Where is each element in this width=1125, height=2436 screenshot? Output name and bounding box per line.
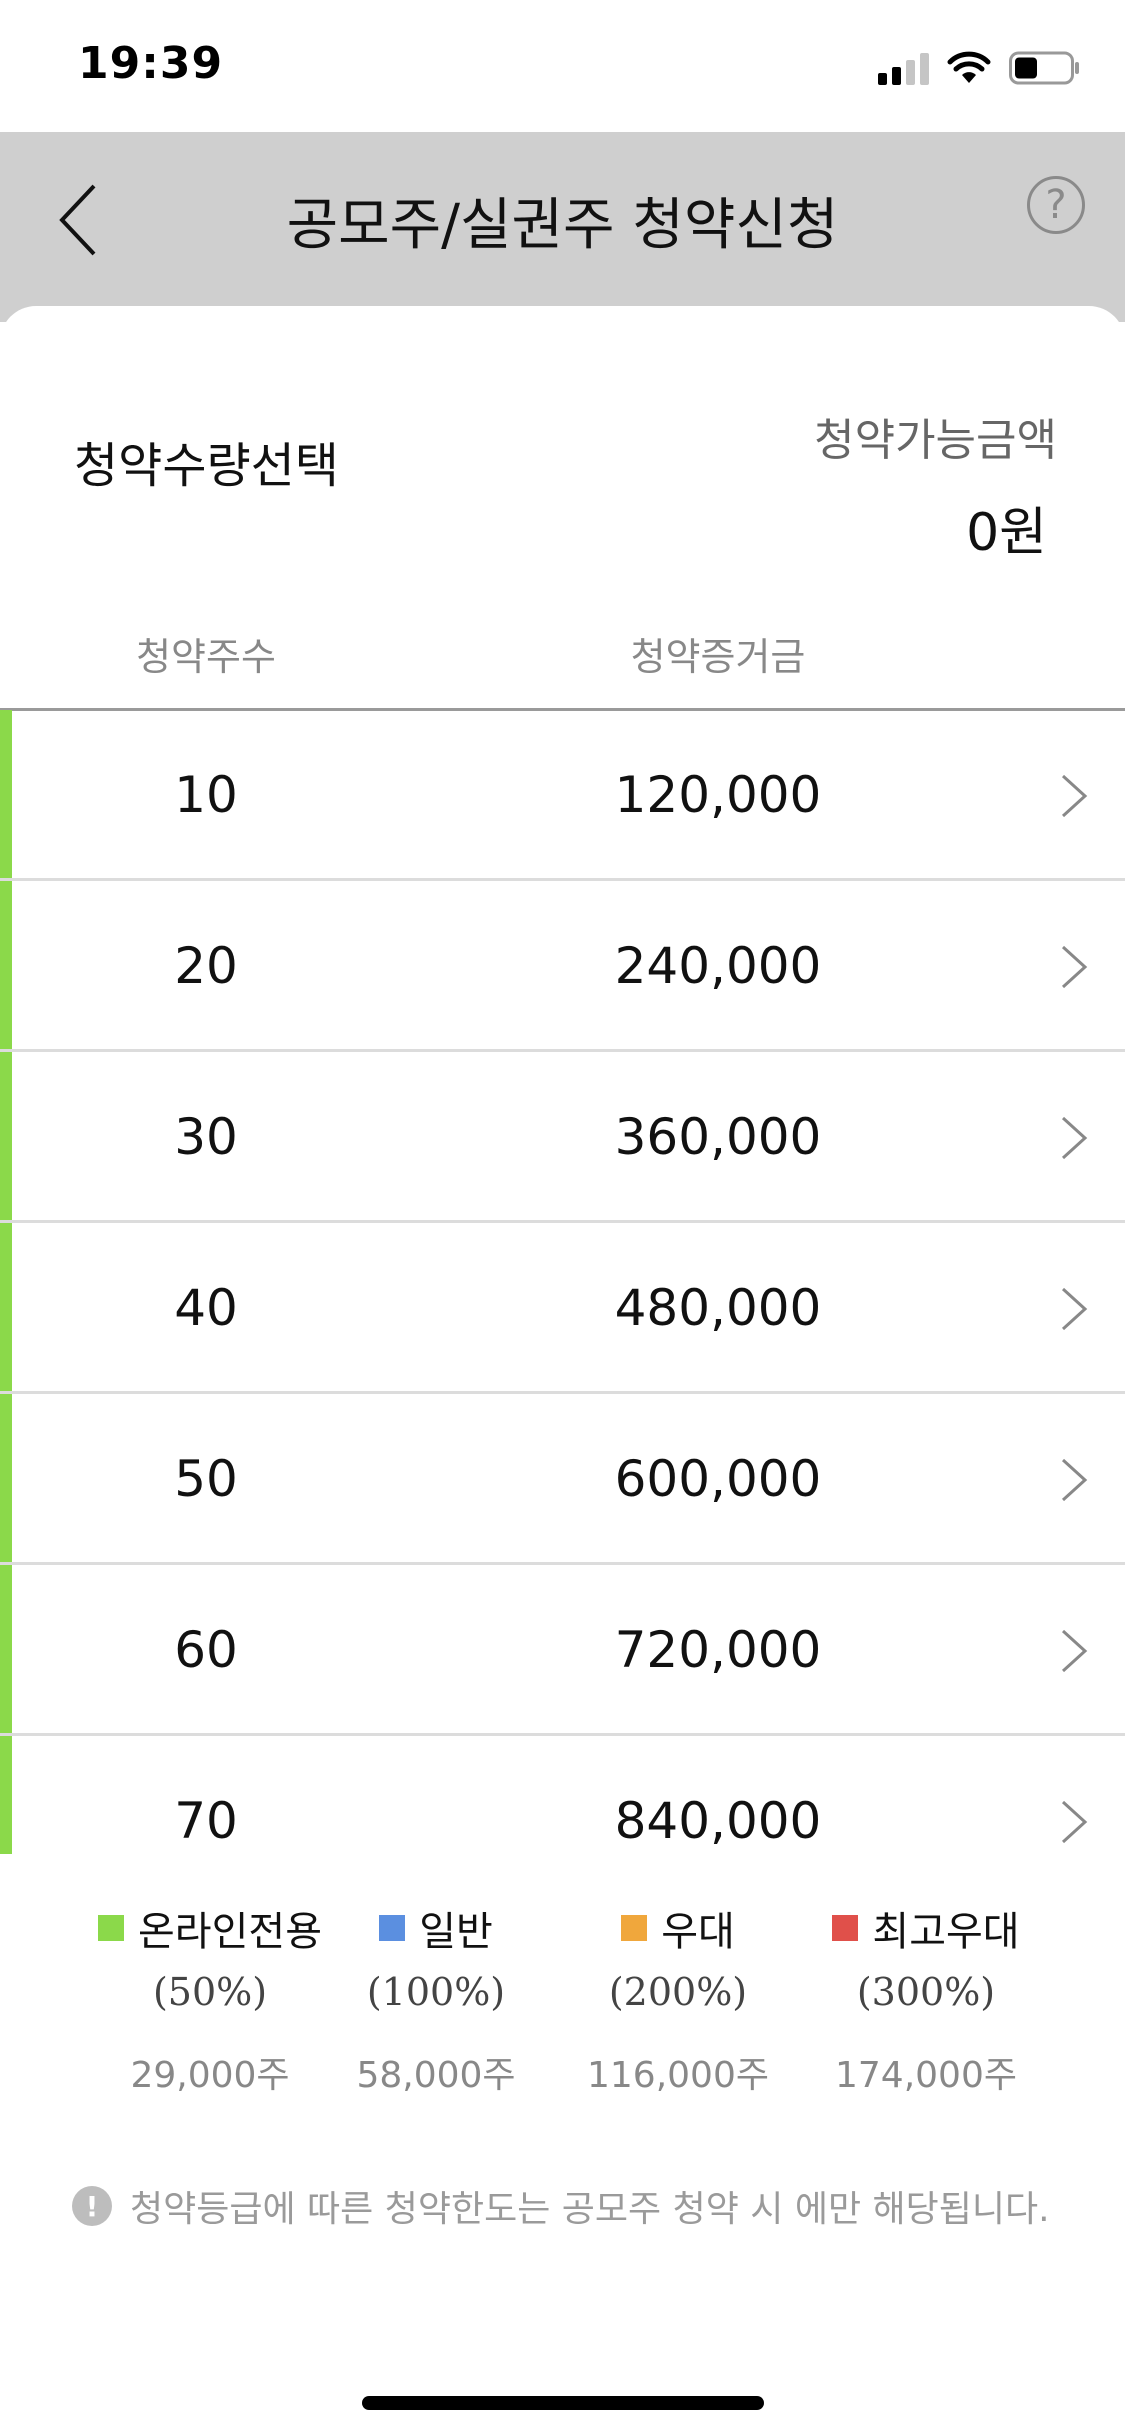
column-header-shares: 청약주수 — [136, 635, 276, 679]
tier-legend: 온라인전용 (50%) 29,000주 일반 (100%) 58,000주 우대… — [0, 1900, 1125, 2140]
legend-item-general: 일반 (100%) 58,000주 — [306, 1900, 566, 2098]
help-button[interactable]: ? — [1027, 176, 1085, 234]
chevron-right-icon — [1061, 1287, 1088, 1331]
column-header-deposit: 청약증거금 — [630, 635, 806, 679]
notice: ! 청약등급에 따른 청약한도는 공모주 청약 시 에만 해당됩니다. — [72, 2180, 1050, 2232]
signal-icon — [878, 51, 929, 85]
header-bar: 공모주/실권주 청약신청 ? — [0, 132, 1125, 322]
legend-percent: (300%) — [856, 1970, 996, 2014]
row-shares: 50 — [174, 1450, 238, 1508]
legend-quantity: 116,000주 — [587, 2055, 769, 2096]
row-shares: 40 — [174, 1279, 238, 1337]
legend-name: 온라인전용 — [138, 1909, 322, 1955]
legend-name: 일반 — [419, 1909, 493, 1955]
quantity-row[interactable]: 70 840,000 — [0, 1736, 1125, 1854]
quantity-row[interactable]: 60 720,000 — [0, 1565, 1125, 1736]
legend-percent: (50%) — [152, 1970, 268, 2014]
row-shares: 70 — [174, 1792, 238, 1850]
legend-swatch — [621, 1915, 648, 1941]
row-shares: 60 — [174, 1621, 238, 1679]
status-icons — [878, 46, 1081, 90]
chevron-right-icon — [1061, 1116, 1088, 1160]
chevron-right-icon — [1061, 1458, 1088, 1502]
row-deposit: 720,000 — [614, 1621, 822, 1679]
legend-item-top-preferred: 최고우대 (300%) 174,000주 — [796, 1900, 1056, 2098]
legend-swatch — [98, 1915, 124, 1941]
legend-swatch — [379, 1915, 406, 1941]
notice-text: 청약등급에 따른 청약한도는 공모주 청약 시 에만 해당됩니다. — [130, 2189, 1050, 2230]
legend-percent: (200%) — [608, 1970, 748, 2014]
quantity-row[interactable]: 30 360,000 — [0, 1052, 1125, 1223]
available-amount-label: 청약가능금액 — [814, 415, 1057, 466]
row-deposit: 240,000 — [614, 937, 822, 995]
legend-percent: (100%) — [366, 1970, 506, 2014]
row-shares: 10 — [174, 766, 238, 824]
row-deposit: 480,000 — [614, 1279, 822, 1337]
quantity-select-title: 청약수량선택 — [74, 438, 339, 494]
battery-icon — [1009, 51, 1079, 85]
chevron-right-icon — [1061, 1800, 1088, 1844]
legend-name: 최고우대 — [872, 1909, 1020, 1955]
quantity-row[interactable]: 10 120,000 — [0, 710, 1125, 881]
legend-quantity: 58,000주 — [356, 2055, 516, 2096]
legend-item-preferred: 우대 (200%) 116,000주 — [548, 1900, 808, 2098]
status-time: 19:39 — [78, 38, 224, 89]
legend-item-online: 온라인전용 (50%) 29,000주 — [80, 1900, 340, 2098]
quantity-row[interactable]: 20 240,000 — [0, 881, 1125, 1052]
chevron-right-icon — [1061, 1629, 1088, 1673]
question-icon: ? — [1045, 182, 1067, 228]
legend-quantity: 29,000주 — [130, 2055, 290, 2096]
quantity-row[interactable]: 50 600,000 — [0, 1394, 1125, 1565]
chevron-right-icon — [1061, 774, 1088, 818]
legend-swatch — [832, 1915, 859, 1941]
row-deposit: 120,000 — [614, 766, 822, 824]
row-shares: 20 — [174, 937, 238, 995]
wifi-icon — [947, 51, 991, 83]
chevron-right-icon — [1061, 945, 1088, 989]
exclamation-icon: ! — [72, 2186, 112, 2226]
row-deposit: 840,000 — [614, 1792, 822, 1850]
row-deposit: 600,000 — [614, 1450, 822, 1508]
available-amount-value: 0원 — [966, 503, 1047, 563]
status-bar: 19:39 — [0, 0, 1125, 132]
row-deposit: 360,000 — [614, 1108, 822, 1166]
legend-quantity: 174,000주 — [835, 2055, 1017, 2096]
legend-name: 우대 — [661, 1909, 735, 1955]
page-title: 공모주/실권주 청약신청 — [286, 193, 839, 258]
row-shares: 30 — [174, 1108, 238, 1166]
quantity-row[interactable]: 40 480,000 — [0, 1223, 1125, 1394]
home-indicator[interactable] — [362, 2396, 764, 2410]
quantity-list: 10 120,000 20 240,000 30 360,000 40 480,… — [0, 710, 1125, 1854]
